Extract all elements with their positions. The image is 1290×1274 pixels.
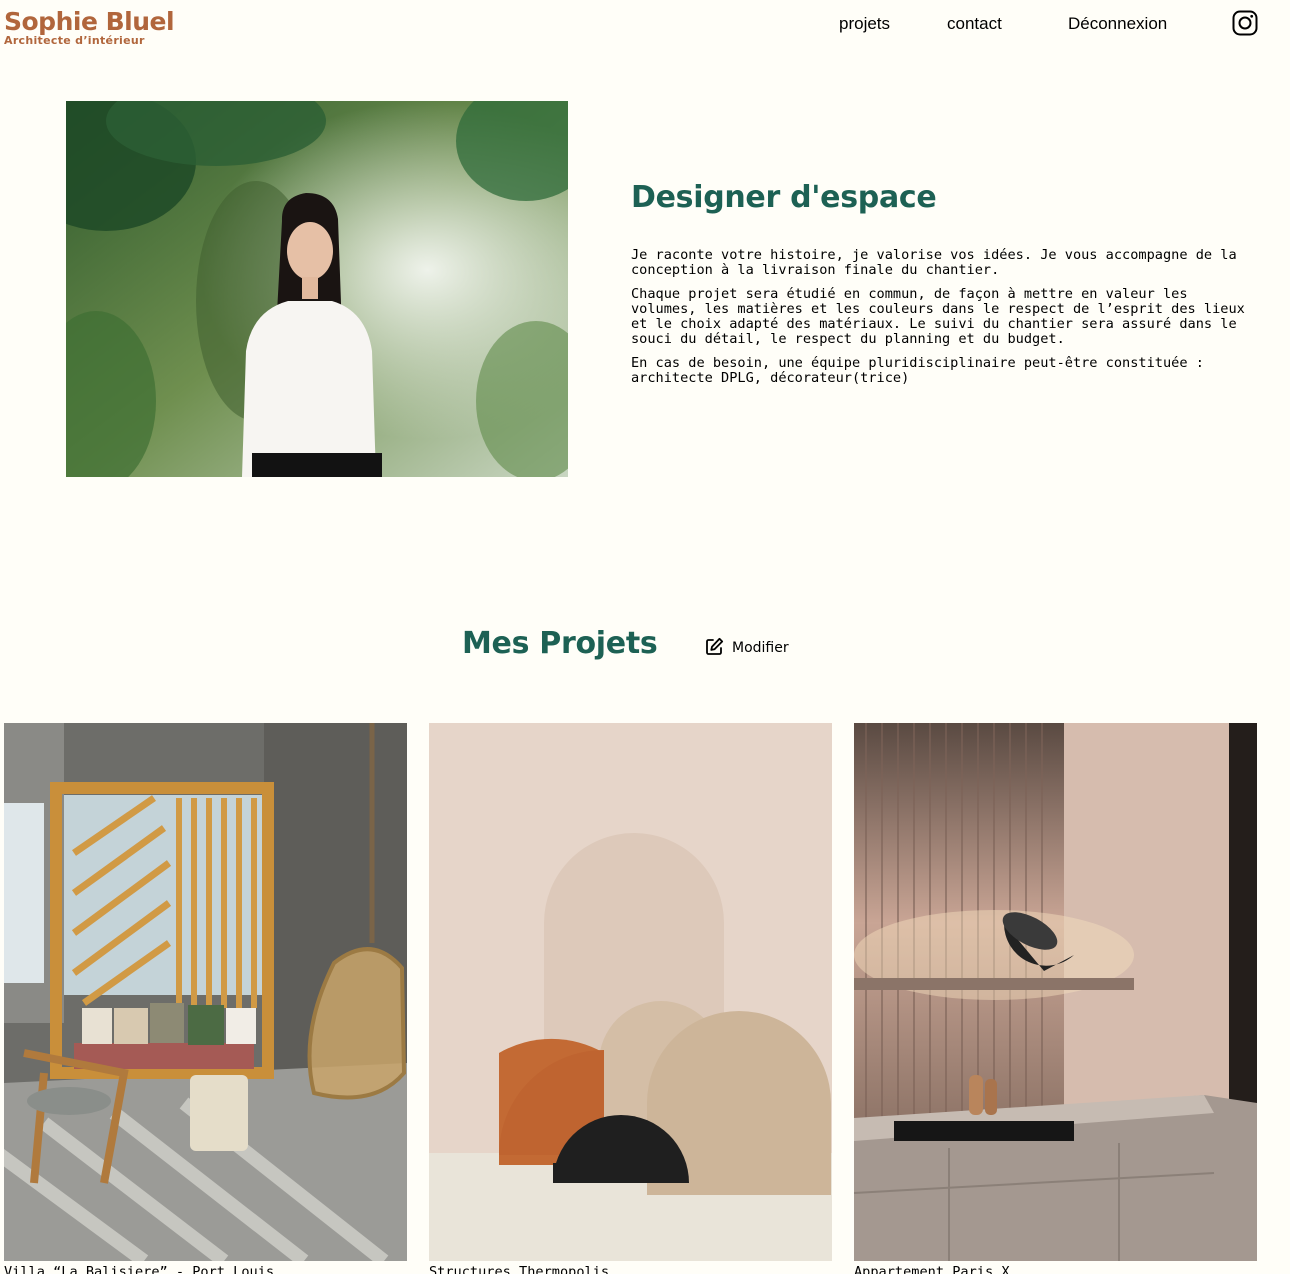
intro-text: Je raconte votre histoire, je valorise v… bbox=[631, 247, 1261, 394]
edit-icon bbox=[705, 637, 724, 660]
intro-paragraph: En cas de besoin, une équipe pluridiscip… bbox=[631, 354, 1204, 387]
projects-title: Mes Projets bbox=[462, 626, 658, 661]
project-image bbox=[429, 723, 832, 1261]
project-image bbox=[854, 723, 1257, 1261]
intro-portrait-photo bbox=[66, 101, 568, 477]
edit-label: Modifier bbox=[732, 640, 789, 656]
project-card[interactable]: Villa “La Balisiere” - Port Louis bbox=[4, 723, 407, 1274]
instagram-icon[interactable] bbox=[1232, 10, 1258, 36]
intro-title: Designer d'espace bbox=[631, 180, 937, 215]
project-caption: Structures Thermopolis bbox=[429, 1264, 610, 1274]
nav-link-projets[interactable]: projets bbox=[839, 14, 890, 34]
nav-link-deconnexion[interactable]: Déconnexion bbox=[1068, 14, 1167, 34]
main-nav: projets contact Déconnexion bbox=[0, 14, 1290, 38]
edit-projects-button[interactable]: Modifier bbox=[705, 637, 789, 660]
nav-link-contact[interactable]: contact bbox=[947, 14, 1002, 34]
project-image bbox=[4, 723, 407, 1261]
intro-paragraph: Chaque projet sera étudié en commun, de … bbox=[631, 285, 1245, 348]
project-caption: Appartement Paris X bbox=[854, 1264, 1010, 1274]
project-card[interactable]: Appartement Paris X bbox=[854, 723, 1257, 1274]
intro-paragraph: Je raconte votre histoire, je valorise v… bbox=[631, 247, 1237, 279]
projects-gallery: Villa “La Balisiere” - Port Louis Struct… bbox=[4, 723, 1258, 1274]
project-card[interactable]: Structures Thermopolis bbox=[429, 723, 832, 1274]
project-caption: Villa “La Balisiere” - Port Louis bbox=[4, 1264, 275, 1274]
